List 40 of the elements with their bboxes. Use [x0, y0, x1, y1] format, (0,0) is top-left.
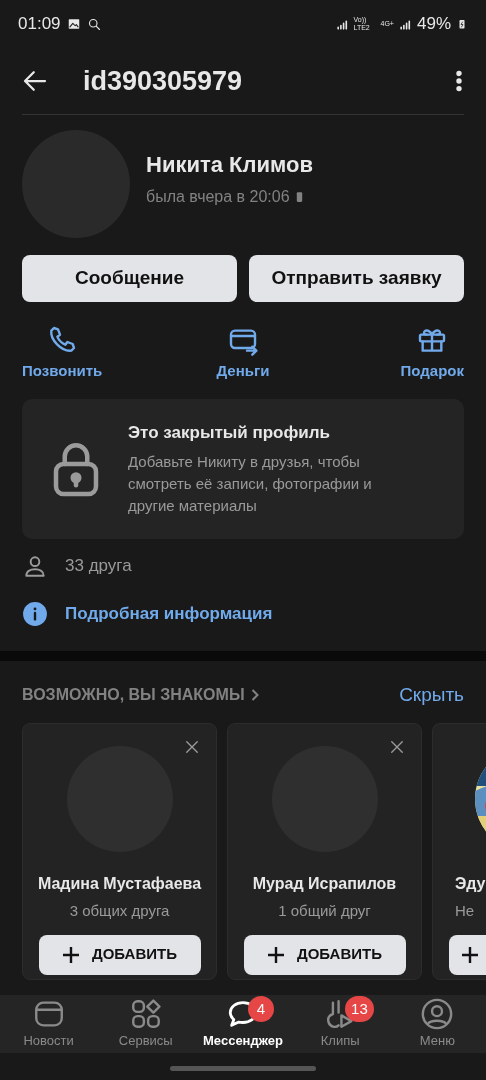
money-button[interactable]: Деньги	[216, 324, 270, 383]
call-button[interactable]: Позвонить	[22, 324, 103, 383]
notification-badge: 13	[345, 996, 374, 1022]
mutual-friends: Не	[455, 901, 475, 921]
battery-level: 49%	[416, 13, 451, 36]
add-button[interactable]: ДОБАВИТЬ	[38, 934, 201, 975]
info-icon	[22, 600, 48, 627]
close-icon[interactable]	[183, 738, 201, 756]
mutual-friends: 1 общий друг	[278, 901, 371, 921]
person-name: Мадина Мустафаева	[37, 874, 202, 894]
gallery-icon	[66, 17, 81, 31]
services-tab[interactable]: Сервисы	[97, 995, 195, 1053]
clock: 01:09	[18, 13, 61, 36]
page-title: id390305979	[83, 64, 244, 98]
person-name: Эду	[455, 874, 486, 894]
search-icon	[86, 16, 102, 32]
plus-icon	[267, 945, 285, 964]
card-title: Это закрытый профиль	[128, 421, 332, 444]
add-friend-button[interactable]: Отправить заявку	[249, 255, 464, 302]
plus-icon	[62, 945, 80, 964]
menu-tab[interactable]: Меню	[388, 995, 486, 1053]
clips-tab[interactable]: Клипы 13	[291, 995, 389, 1053]
notification-badge: 4	[247, 996, 274, 1022]
profile-name: Никита Климов	[146, 150, 313, 179]
messenger-tab[interactable]: Мессенджер 4	[194, 995, 292, 1053]
person-name: Мурад Исрапилов	[252, 874, 397, 894]
mutual-friends: 3 общих друга	[69, 901, 170, 921]
plus-icon	[461, 945, 479, 964]
last-seen: была вчера в 20:06	[146, 186, 290, 207]
gift-button[interactable]: Подарок	[400, 324, 464, 383]
hide-link[interactable]: Скрыть	[399, 680, 464, 709]
card-text: Добавьте Никиту в друзья, чтобы смотреть её записи, фотографии и другие материалы	[128, 452, 373, 517]
profile-icon	[420, 997, 455, 1032]
close-icon[interactable]	[388, 738, 406, 756]
message-button[interactable]: Сообщение	[22, 255, 237, 302]
details-link[interactable]: Подробная информация	[65, 600, 273, 627]
news-tab[interactable]: Новости	[0, 995, 98, 1053]
friends-count: 33 друга	[65, 554, 132, 577]
section-title-link[interactable]: ВОЗМОЖНО, ВЫ ЗНАКОМЫ	[22, 682, 262, 707]
add-button[interactable]: ДОБАВИТЬ	[243, 934, 406, 975]
